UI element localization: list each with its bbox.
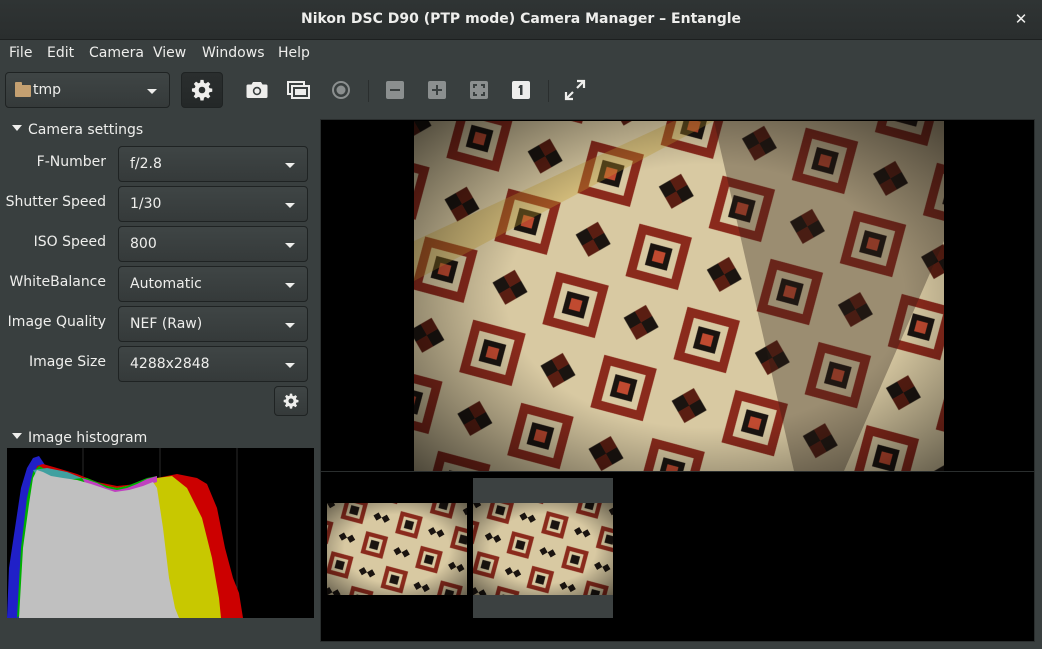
expander-icon <box>12 125 22 131</box>
sidebar: Camera settings F-Number f/2.8 Shutter S… <box>0 112 320 649</box>
setting-value: Automatic <box>130 276 202 292</box>
camera-settings-expander[interactable]: Camera settings <box>12 122 143 138</box>
kilim-rug-photo <box>414 121 944 471</box>
setting-label: WhiteBalance <box>9 274 106 290</box>
preview-button[interactable] <box>278 72 320 108</box>
chevron-down-icon <box>285 203 295 208</box>
iso-speed-combo[interactable]: 800 <box>118 226 308 262</box>
thumbnail-image[interactable] <box>327 503 467 595</box>
record-button[interactable] <box>320 72 362 108</box>
image-viewer[interactable] <box>320 119 1035 642</box>
chevron-down-icon <box>285 243 295 248</box>
zoom-actual-icon <box>512 81 530 99</box>
menu-help[interactable]: Help <box>278 45 310 61</box>
menu-view[interactable]: View <box>153 45 186 61</box>
setting-row-fnumber: F-Number f/2.8 <box>0 146 320 182</box>
setting-value: NEF (Raw) <box>130 316 203 332</box>
setting-row-shutter-speed: Shutter Speed 1/30 <box>0 186 320 222</box>
setting-row-image-quality: Image Quality NEF (Raw) <box>0 306 320 342</box>
chevron-down-icon <box>285 363 295 368</box>
settings-toggle-button[interactable] <box>181 72 223 108</box>
zoom-fit-button[interactable] <box>458 72 500 108</box>
session-folder-combo[interactable]: tmp <box>5 72 170 108</box>
image-histogram-expander[interactable]: Image histogram <box>12 430 147 446</box>
fullscreen-button[interactable] <box>554 72 596 108</box>
chevron-down-icon <box>285 323 295 328</box>
setting-value: f/2.8 <box>130 156 162 172</box>
image-quality-combo[interactable]: NEF (Raw) <box>118 306 308 342</box>
window-title: Nikon DSC D90 (PTP mode) Camera Manager … <box>300 11 742 27</box>
chevron-down-icon <box>285 163 295 168</box>
setting-value: 1/30 <box>130 196 162 212</box>
close-icon[interactable]: ✕ <box>1012 10 1030 28</box>
white-balance-combo[interactable]: Automatic <box>118 266 308 302</box>
more-settings-button[interactable] <box>274 386 308 416</box>
folder-label: tmp <box>33 82 62 98</box>
expander-icon <box>12 433 22 439</box>
zoom-fit-icon <box>470 81 488 99</box>
record-icon <box>332 81 350 99</box>
setting-label: ISO Speed <box>33 234 106 250</box>
setting-label: F-Number <box>36 154 106 170</box>
capture-button[interactable] <box>236 72 278 108</box>
zoom-in-icon <box>428 81 446 99</box>
menu-camera[interactable]: Camera <box>89 45 144 61</box>
setting-value: 4288x2848 <box>130 356 210 372</box>
title-bar: Nikon DSC D90 (PTP mode) Camera Manager … <box>0 0 1042 40</box>
zoom-out-button[interactable] <box>374 72 416 108</box>
camera-capture-icon <box>246 82 268 98</box>
image-size-combo[interactable]: 4288x2848 <box>118 346 308 382</box>
thumbnail-divider <box>321 471 1034 472</box>
gear-icon <box>283 393 299 409</box>
zoom-normal-button[interactable] <box>500 72 542 108</box>
setting-row-iso-speed: ISO Speed 800 <box>0 226 320 262</box>
image-histogram-header: Image histogram <box>28 430 148 446</box>
zoom-out-icon <box>386 81 404 99</box>
setting-value: 800 <box>130 236 157 252</box>
menu-file[interactable]: File <box>9 45 32 61</box>
menu-bar: File Edit Camera View Windows Help <box>0 40 1042 68</box>
folder-icon <box>15 82 31 97</box>
chevron-down-icon <box>147 89 157 94</box>
zoom-in-button[interactable] <box>416 72 458 108</box>
thumbnail-image-selected[interactable] <box>473 503 613 595</box>
shutter-speed-combo[interactable]: 1/30 <box>118 186 308 222</box>
setting-row-image-size: Image Size 4288x2848 <box>0 346 320 382</box>
setting-label: Shutter Speed <box>5 194 106 210</box>
fullscreen-icon <box>564 79 586 101</box>
menu-edit[interactable]: Edit <box>47 45 74 61</box>
thumbnail-photo <box>327 503 467 595</box>
toolbar-separator <box>368 80 369 102</box>
settings-gear-icon <box>191 79 213 101</box>
chevron-down-icon <box>285 283 295 288</box>
toolbar: tmp <box>0 68 1042 112</box>
preview-icon <box>287 81 310 99</box>
menu-windows[interactable]: Windows <box>202 45 265 61</box>
histogram-graph <box>7 448 243 618</box>
fnumber-combo[interactable]: f/2.8 <box>118 146 308 182</box>
main-photo <box>414 121 944 471</box>
image-histogram <box>7 448 314 618</box>
camera-settings-header: Camera settings <box>28 122 144 138</box>
setting-label: Image Size <box>28 354 106 370</box>
thumbnail-photo <box>473 503 613 595</box>
setting-row-white-balance: WhiteBalance Automatic <box>0 266 320 302</box>
setting-label: Image Quality <box>7 314 106 330</box>
toolbar-separator <box>548 80 549 102</box>
